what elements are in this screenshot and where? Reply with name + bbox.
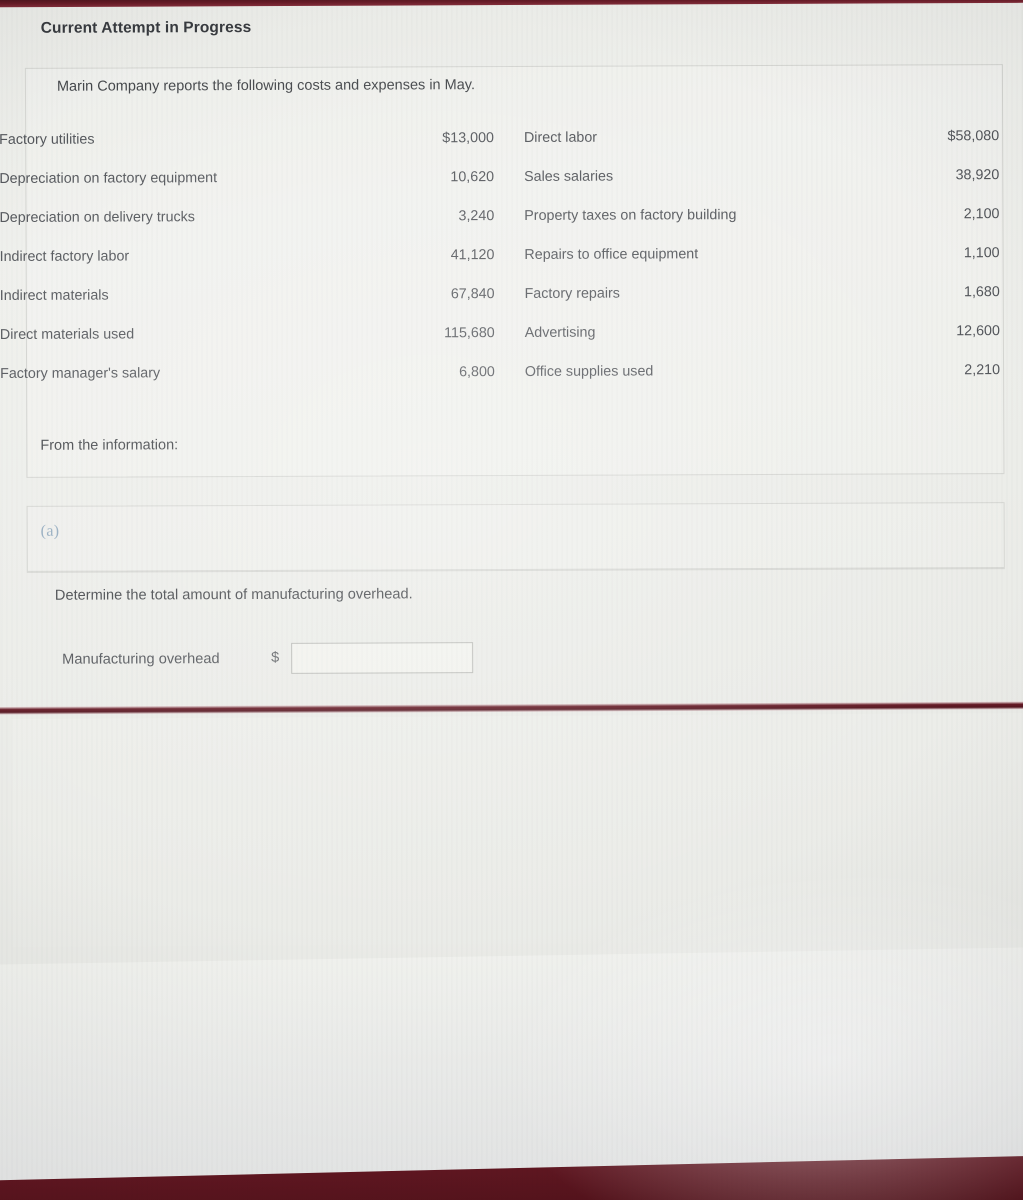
column-gap (495, 352, 525, 391)
table-row: Indirect factory labor 41,120 Repairs to… (0, 233, 1000, 276)
cost-value-left: $13,000 (442, 129, 494, 146)
screen-photo: Current Attempt in Progress Marin Compan… (0, 0, 1023, 1200)
column-gap (494, 157, 524, 196)
cost-value-right: 1,100 (963, 244, 1000, 261)
column-gap (495, 313, 525, 352)
cost-value-left: 10,620 (450, 168, 495, 185)
cost-label-right: Repairs to office equipment (524, 245, 699, 263)
cost-label-left: Factory utilities (0, 131, 95, 148)
question-a-letter: (a) (40, 522, 60, 540)
cost-value-right: $58,080 (947, 127, 1000, 144)
column-gap (494, 196, 524, 235)
column-gap (494, 274, 524, 313)
table-body: Factory utilities $13,000 Direct labor $… (0, 116, 1000, 393)
cost-label-right: Property taxes on factory building (524, 206, 737, 224)
cost-value-right: 1,680 (963, 283, 1000, 300)
table-row: Factory manager's salary 6,800 Office su… (0, 350, 1000, 393)
question-b-region (11, 712, 1023, 948)
cost-label-left: Indirect materials (0, 287, 109, 304)
table-row: Direct materials used 115,680 Advertisin… (0, 311, 1000, 354)
assignment-page: Current Attempt in Progress Marin Compan… (0, 0, 1023, 1200)
cost-value-left: 6,800 (459, 363, 495, 380)
cost-label-right: Office supplies used (524, 362, 654, 380)
cost-label-left: Factory manager's salary (0, 364, 161, 382)
cost-label-right: Direct labor (523, 129, 598, 146)
column-gap (494, 118, 524, 157)
cost-value-right: 38,920 (955, 166, 1000, 183)
question-a-answer-label: Manufacturing overhead (62, 651, 220, 668)
question-a-prompt: Determine the total amount of manufactur… (54, 586, 413, 604)
problem-intro-text: Marin Company reports the following cost… (56, 77, 476, 95)
cost-label-left: Indirect factory labor (0, 247, 130, 265)
cost-value-left: 41,120 (450, 246, 495, 263)
cost-value-right: 2,210 (964, 361, 1001, 378)
cost-label-right: Sales salaries (524, 168, 614, 185)
cost-value-right: 2,100 (963, 205, 1000, 222)
manufacturing-overhead-input[interactable] (291, 642, 474, 674)
table-row: Factory utilities $13,000 Direct labor $… (0, 116, 999, 159)
top-content-region: Current Attempt in Progress Marin Compan… (0, 4, 1023, 708)
cost-value-left: 115,680 (444, 324, 495, 341)
table-row: Indirect materials 67,840 Factory repair… (0, 272, 1000, 315)
cost-value-left: 3,240 (458, 207, 495, 224)
cost-label-left: Direct materials used (0, 325, 135, 343)
column-gap (494, 235, 524, 274)
page-title: Current Attempt in Progress (40, 18, 252, 37)
cost-value-left: 67,840 (450, 285, 495, 302)
cost-label-left: Depreciation on delivery trucks (0, 208, 195, 226)
currency-symbol-a: $ (271, 649, 280, 666)
from-the-information-text: From the information: (40, 437, 179, 454)
table-row: Depreciation on factory equipment 10,620… (0, 155, 999, 198)
cost-label-right: Advertising (524, 324, 596, 341)
table-row: Depreciation on delivery trucks 3,240 Pr… (0, 194, 1000, 237)
question-c-region (0, 947, 1023, 1183)
question-a-header-panel (26, 502, 1005, 572)
cost-label-left: Depreciation on factory equipment (0, 169, 218, 187)
costs-and-expenses-table: Factory utilities $13,000 Direct labor $… (0, 116, 1000, 393)
cost-value-right: 12,600 (956, 322, 1000, 339)
cost-label-right: Factory repairs (524, 285, 620, 302)
